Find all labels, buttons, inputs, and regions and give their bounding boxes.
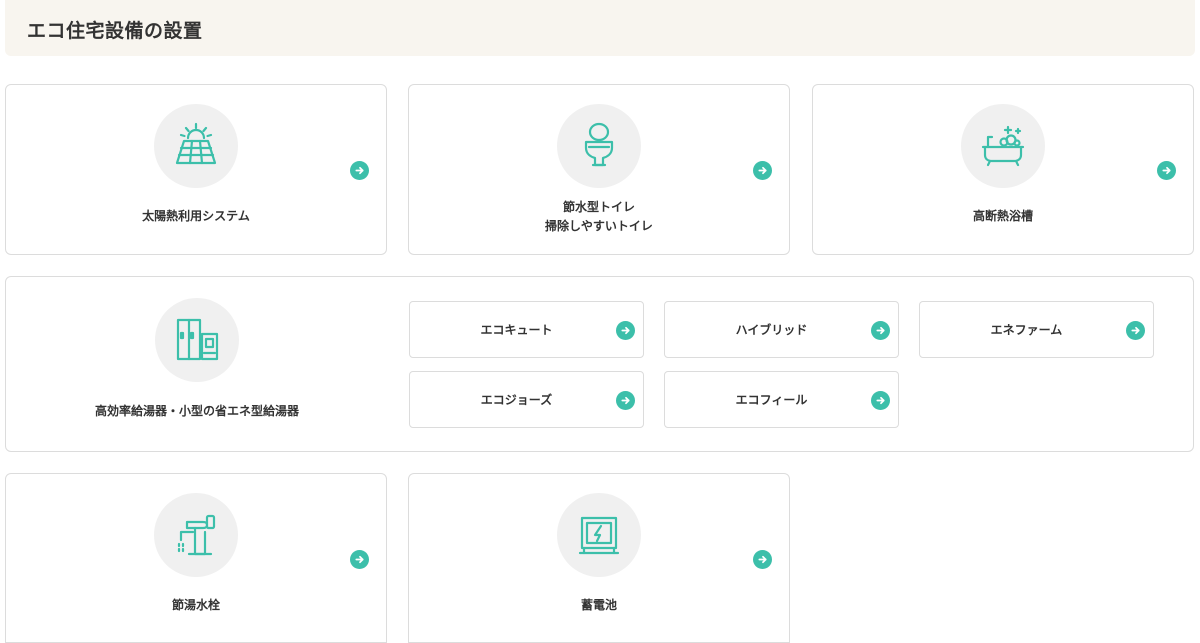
arrow-right-icon (871, 391, 890, 410)
option-ene-farm[interactable]: エネファーム (919, 301, 1154, 358)
arrow-right-icon (871, 321, 890, 340)
battery-icon (557, 493, 641, 577)
card-label: 高断熱浴槽 (972, 209, 1033, 223)
card-label-line2: 掃除しやすいトイレ (545, 219, 653, 233)
card-label: 蓄電池 (580, 598, 617, 612)
option-hybrid[interactable]: ハイブリッド (664, 301, 899, 358)
option-label: エコジョーズ (480, 393, 553, 407)
solar-panel-icon (154, 104, 238, 188)
option-label: エコフィール (735, 393, 808, 407)
option-eco-jozu[interactable]: エコジョーズ (409, 371, 644, 428)
card-water-heater: 高効率給湯器・小型の省エネ型給湯器 エコキュート ハイブリッド エネファーム エ… (5, 276, 1194, 452)
section-title: エコ住宅設備の設置 (27, 20, 203, 42)
section-header: エコ住宅設備の設置 (5, 0, 1195, 56)
option-label: エコキュート (480, 323, 553, 337)
bathtub-icon (961, 104, 1045, 188)
arrow-right-icon (1126, 321, 1145, 340)
card-label: 高効率給湯器・小型の省エネ型給湯器 (94, 404, 299, 418)
card-storage-battery[interactable]: 蓄電池 (408, 473, 790, 643)
card-insulated-bathtub[interactable]: 高断熱浴槽 (812, 84, 1194, 255)
arrow-right-icon (753, 161, 772, 180)
option-label: ハイブリッド (735, 323, 808, 337)
arrow-right-icon (1157, 161, 1176, 180)
toilet-icon (557, 104, 641, 188)
card-label: 節湯水栓 (171, 598, 220, 612)
card-solar-thermal[interactable]: 太陽熱利用システム (5, 84, 387, 255)
card-label-line1: 節水型トイレ (562, 200, 635, 214)
option-label: エネファーム (990, 323, 1063, 337)
arrow-right-icon (753, 550, 772, 569)
arrow-right-icon (350, 550, 369, 569)
water-heater-icon (155, 298, 239, 382)
option-eco-feel[interactable]: エコフィール (664, 371, 899, 428)
faucet-icon (154, 493, 238, 577)
arrow-right-icon (616, 391, 635, 410)
arrow-right-icon (350, 161, 369, 180)
card-water-saving-faucet[interactable]: 節湯水栓 (5, 473, 387, 643)
arrow-right-icon (616, 321, 635, 340)
card-label: 太陽熱利用システム (142, 209, 250, 223)
card-water-saving-toilet[interactable]: 節水型トイレ 掃除しやすいトイレ (408, 84, 790, 255)
option-eco-cute[interactable]: エコキュート (409, 301, 644, 358)
